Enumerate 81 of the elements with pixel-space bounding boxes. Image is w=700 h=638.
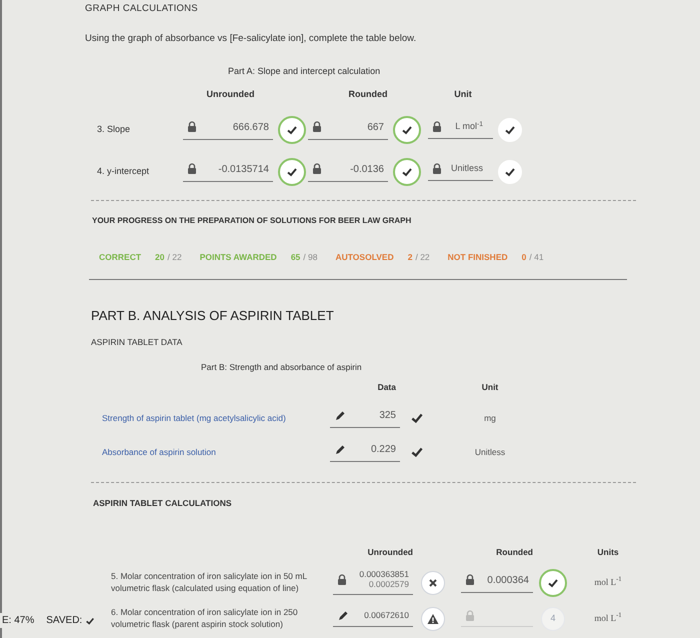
unit-value: mg <box>483 412 497 424</box>
pencil-icon <box>334 444 346 456</box>
row-label: Strength of aspirin tablet (mg acetylsalicylic acid) <box>102 412 287 424</box>
cross-icon <box>428 578 438 588</box>
progress-total: / 41 <box>529 252 544 262</box>
check-icon <box>401 166 413 178</box>
progress-label: AUTOSOLVED <box>335 250 394 264</box>
row-label: 4. y-intercept <box>96 164 150 178</box>
progress-label: CORRECT <box>99 250 142 264</box>
check-icon <box>401 124 413 136</box>
part-title: PART B. ANALYSIS OF ASPIRIN TABLET <box>91 307 335 326</box>
check-icon <box>85 616 96 626</box>
table-caption: Part A: Slope and intercept calculation <box>228 64 382 78</box>
answer-field[interactable]: -0.0136 <box>308 162 388 182</box>
progress-label: NOT FINISHED <box>448 250 508 264</box>
lock-icon <box>187 163 197 175</box>
answer-field[interactable]: 0.000363851 0.0002579 <box>333 570 413 595</box>
lock-icon <box>312 163 322 175</box>
column-header: Units <box>596 546 620 558</box>
progress-title: YOUR PROGRESS ON THE PREPARATION OF SOLUTIONS FOR BEER LAW GRAPH <box>92 214 412 226</box>
unit-value: L mol$^{-1}$ <box>455 120 483 134</box>
progress-total: / 98 <box>303 252 318 262</box>
row-label: Absorbance of aspirin solution <box>102 446 217 458</box>
column-header: Unrounded <box>366 546 413 558</box>
progress-count: 2 <box>408 252 412 262</box>
check-icon <box>504 124 516 136</box>
instruction-text: Using the graph of absorbance vs [Fe-salicylate ion], complete the table below. <box>85 32 418 46</box>
section-title: GRAPH CALCULATIONS <box>85 2 199 16</box>
column-header: Rounded <box>348 88 388 101</box>
answer-field[interactable]: L mol$^{-1}$ <box>428 120 493 139</box>
subsection-title: ASPIRIN TABLET CALCULATIONS <box>93 497 233 510</box>
column-header: Unit <box>480 381 500 394</box>
answer-field[interactable]: 325 <box>330 408 400 428</box>
answer-field[interactable]: 0.00672610 <box>333 610 413 627</box>
check-icon <box>410 411 424 425</box>
lock-icon <box>337 574 347 586</box>
answer-field[interactable]: 666.678 <box>183 120 273 140</box>
check-icon <box>286 124 298 136</box>
check-icon <box>410 445 424 459</box>
table-caption: Part B: Strength and absorbance of aspirin <box>201 360 363 374</box>
lock-icon <box>465 610 475 622</box>
progress-total: / 22 <box>415 252 430 262</box>
lock-icon <box>465 574 475 586</box>
check-icon <box>286 166 298 178</box>
column-header: Unrounded <box>206 88 256 101</box>
completion-score: E: 47% <box>2 614 34 628</box>
unit-value: mol L$^{-1}$ <box>593 576 623 589</box>
progress-count: 20 <box>155 252 164 262</box>
answer-field[interactable]: -0.0135714 <box>183 162 273 182</box>
unit-value: Unitless <box>474 446 506 458</box>
progress-label: POINTS AWARDED <box>200 250 277 264</box>
lock-icon <box>432 121 442 133</box>
column-header: Unit <box>453 88 473 101</box>
answer-field[interactable]: 0.229 <box>330 442 400 462</box>
progress-count: 0 <box>522 252 526 262</box>
previous-answer: 0.0002579 <box>368 580 409 590</box>
row-label: 6. Molar concentration of iron salicylate ion in 250 volumetric flask (parent aspirin stock solution) <box>111 606 299 630</box>
check-icon <box>504 166 516 178</box>
answer-field[interactable]: 667 <box>308 120 388 140</box>
answer-field[interactable]: Unitless <box>428 162 493 181</box>
answer-field[interactable]: 0.000364 <box>461 572 533 592</box>
warning-icon <box>427 612 439 624</box>
unit-value: mol L$^{-1}$ <box>593 612 623 625</box>
pencil-icon <box>337 610 349 622</box>
saved-status: SAVED: <box>46 614 82 628</box>
attempts-badge: 4 <box>541 606 565 630</box>
unit-value: Unitless <box>450 162 483 176</box>
subsection-title: ASPIRIN TABLET DATA <box>91 336 184 348</box>
answer-value: 0.000363851 <box>359 570 409 580</box>
answer-value: 0.00672610 <box>364 611 409 621</box>
progress-count: 65 <box>290 252 300 262</box>
column-header: Rounded <box>495 546 533 558</box>
pencil-icon <box>334 410 346 422</box>
lock-icon <box>432 163 442 175</box>
check-icon <box>547 576 559 588</box>
row-label: 5. Molar concentration of iron salicylate ion in 50 mL volumetric flask (calculated using equation of line) <box>111 570 308 594</box>
row-label: 3. Slope <box>96 122 132 136</box>
lock-icon <box>187 121 197 133</box>
lock-icon <box>312 121 322 133</box>
progress-total: / 22 <box>168 252 182 262</box>
column-header: Data <box>376 381 397 394</box>
